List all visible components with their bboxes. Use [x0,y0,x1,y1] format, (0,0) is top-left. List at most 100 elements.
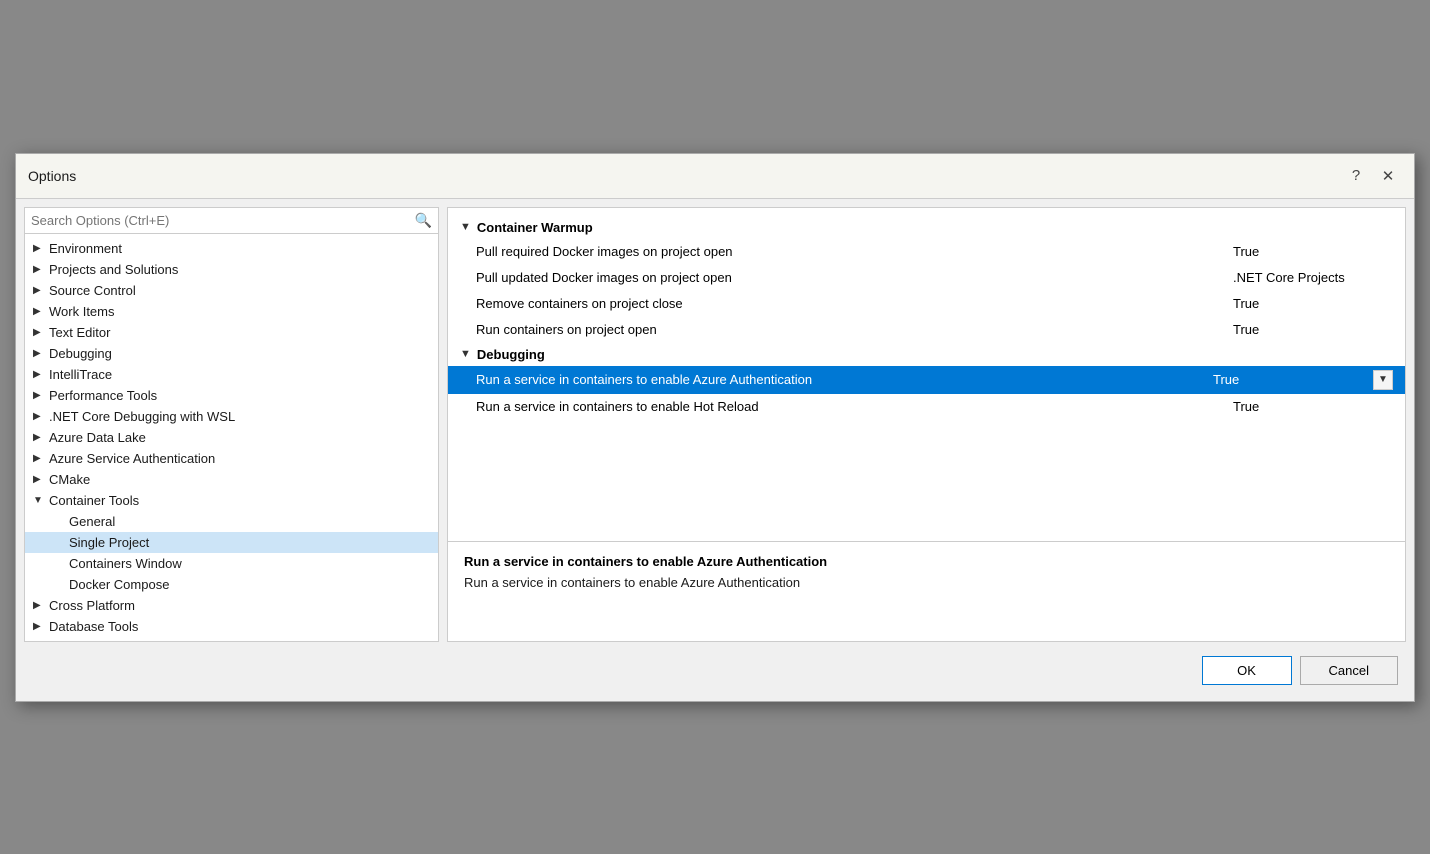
tree-label-containers-window: Containers Window [69,556,182,571]
search-input[interactable] [31,213,411,228]
arrow-net-core-debugging [33,411,45,422]
settings-row[interactable]: Run a service in containers to enable Ho… [448,394,1405,420]
setting-value: True [1233,296,1393,311]
title-bar-left: Options [28,168,76,184]
tree-label-work-items: Work Items [49,304,115,319]
right-panel: Container Warmup Pull required Docker ima… [447,207,1406,642]
tree-label-net-core-debugging: .NET Core Debugging with WSL [49,409,235,424]
setting-value: .NET Core Projects [1233,270,1393,285]
tree-container: Environment Projects and Solutions Source … [25,234,438,641]
tree-item-container-tools[interactable]: Container Tools [25,490,438,511]
section-toggle-container-warmup[interactable] [460,221,471,233]
left-panel: 🔍 Environment Projects and Solutions Sourc… [24,207,439,642]
tree-item-net-core-debugging[interactable]: .NET Core Debugging with WSL [25,406,438,427]
title-bar-right: ? ✕ [1342,162,1402,190]
description-text: Run a service in containers to enable Az… [464,575,1389,590]
setting-name: Run a service in containers to enable Az… [476,372,1213,387]
arrow-azure-data-lake [33,432,45,443]
tree-item-containers-window[interactable]: Containers Window [25,553,438,574]
title-bar: Options ? ✕ [16,154,1414,199]
tree-label-container-tools: Container Tools [49,493,139,508]
tree-label-environment: Environment [49,241,122,256]
tree-label-database-tools: Database Tools [49,619,138,634]
help-button[interactable]: ? [1342,162,1370,190]
tree-item-intellitrace[interactable]: IntelliTrace [25,364,438,385]
arrow-database-tools [33,621,45,632]
tree-item-single-project[interactable]: Single Project [25,532,438,553]
tree-label-docker-compose: Docker Compose [69,577,169,592]
tree-item-azure-data-lake[interactable]: Azure Data Lake [25,427,438,448]
arrow-cross-platform [33,600,45,611]
cancel-button[interactable]: Cancel [1300,656,1398,685]
setting-name: Pull updated Docker images on project op… [476,270,1233,285]
tree-item-general[interactable]: General [25,511,438,532]
section-header-debugging[interactable]: Debugging [448,343,1405,366]
setting-name: Remove containers on project close [476,296,1233,311]
options-dialog: Options ? ✕ 🔍 Environment Projects and So… [15,153,1415,702]
arrow-azure-service-auth [33,453,45,464]
tree-label-intellitrace: IntelliTrace [49,367,112,382]
arrow-text-editor [33,327,45,338]
tree-label-cmake: CMake [49,472,90,487]
tree-item-azure-service-auth[interactable]: Azure Service Authentication [25,448,438,469]
settings-row[interactable]: Run a service in containers to enable Az… [448,366,1405,394]
setting-value: True [1233,399,1393,414]
arrow-debugging [33,348,45,359]
settings-row[interactable]: Run containers on project openTrue [448,317,1405,343]
setting-name: Pull required Docker images on project o… [476,244,1233,259]
tree-item-cross-platform[interactable]: Cross Platform [25,595,438,616]
arrow-cmake [33,474,45,485]
description-panel: Run a service in containers to enable Az… [447,542,1406,642]
search-icon: 🔍 [415,212,432,229]
tree-label-source-control: Source Control [49,283,136,298]
setting-name: Run a service in containers to enable Ho… [476,399,1233,414]
tree-label-projects-solutions: Projects and Solutions [49,262,178,277]
dialog-body: 🔍 Environment Projects and Solutions Sourc… [16,199,1414,701]
dropdown-arrow[interactable]: ▼ [1373,370,1393,390]
tree-label-cross-platform: Cross Platform [49,598,135,613]
section-title-container-warmup: Container Warmup [477,220,593,235]
main-content: 🔍 Environment Projects and Solutions Sourc… [24,207,1406,642]
tree-item-docker-compose[interactable]: Docker Compose [25,574,438,595]
settings-row[interactable]: Remove containers on project closeTrue [448,291,1405,317]
arrow-source-control [33,285,45,296]
tree-item-text-editor[interactable]: Text Editor [25,322,438,343]
arrow-projects-solutions [33,264,45,275]
ok-button[interactable]: OK [1202,656,1292,685]
tree-label-text-editor: Text Editor [49,325,110,340]
tree-label-azure-service-auth: Azure Service Authentication [49,451,215,466]
section-header-container-warmup[interactable]: Container Warmup [448,216,1405,239]
tree-label-general: General [69,514,115,529]
settings-row[interactable]: Pull required Docker images on project o… [448,239,1405,265]
tree-item-debugging[interactable]: Debugging [25,343,438,364]
footer: OK Cancel [24,650,1406,693]
arrow-intellitrace [33,369,45,380]
setting-value: True [1233,244,1393,259]
tree-item-performance-tools[interactable]: Performance Tools [25,385,438,406]
settings-panel: Container Warmup Pull required Docker ima… [447,207,1406,542]
arrow-performance-tools [33,390,45,401]
tree-label-single-project: Single Project [69,535,149,550]
arrow-environment [33,243,45,254]
section-title-debugging: Debugging [477,347,545,362]
tree-item-source-control[interactable]: Source Control [25,280,438,301]
arrow-work-items [33,306,45,317]
dialog-title: Options [28,168,76,184]
tree-item-environment[interactable]: Environment [25,238,438,259]
tree-item-work-items[interactable]: Work Items [25,301,438,322]
arrow-container-tools [33,495,45,506]
tree-item-projects-solutions[interactable]: Projects and Solutions [25,259,438,280]
settings-row[interactable]: Pull updated Docker images on project op… [448,265,1405,291]
tree-item-database-tools[interactable]: Database Tools [25,616,438,637]
setting-name: Run containers on project open [476,322,1233,337]
tree-item-cmake[interactable]: CMake [25,469,438,490]
section-toggle-debugging[interactable] [460,348,471,360]
tree-label-azure-data-lake: Azure Data Lake [49,430,146,445]
close-button[interactable]: ✕ [1374,162,1402,190]
search-box: 🔍 [25,208,438,234]
description-title: Run a service in containers to enable Az… [464,554,1389,569]
tree-label-performance-tools: Performance Tools [49,388,157,403]
tree-label-debugging: Debugging [49,346,112,361]
setting-value: True [1213,372,1373,387]
setting-value: True [1233,322,1393,337]
